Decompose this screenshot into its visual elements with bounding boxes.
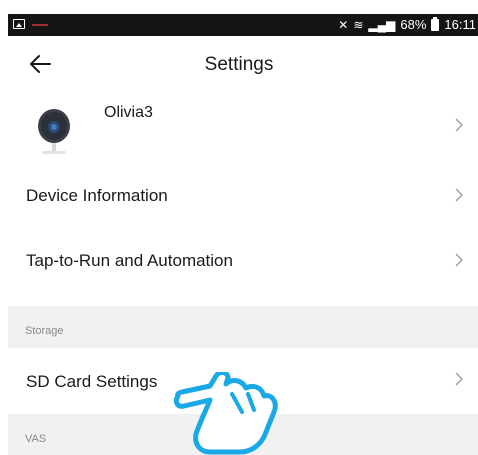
- signal-icon: ▂▄▆: [368, 17, 396, 32]
- status-bar: ✕ ≋ ▂▄▆ 68% 16:11: [8, 14, 478, 36]
- notification-indicator: [32, 24, 48, 26]
- camera-icon: [38, 109, 70, 154]
- sd-card-settings-label: SD Card Settings: [26, 372, 158, 391]
- wifi-icon: ≋: [353, 17, 364, 32]
- device-name: Olivia3: [104, 104, 153, 121]
- device-information-label: Device Information: [26, 186, 168, 205]
- battery-percent: 68%: [400, 17, 427, 32]
- pointing-hand-icon: [173, 372, 278, 455]
- app-header: Settings: [0, 44, 478, 84]
- clock: 16:11: [444, 17, 476, 32]
- gallery-notification-icon: [13, 19, 25, 29]
- status-icons: ✕ ≋ ▂▄▆ 68% 16:11: [338, 16, 476, 32]
- storage-section-label: Storage: [25, 325, 64, 337]
- tap-to-run-row[interactable]: Tap-to-Run and Automation: [0, 242, 478, 282]
- mute-icon: ✕: [338, 17, 349, 32]
- vas-section-label: VAS: [25, 433, 47, 445]
- chevron-right-icon: [455, 372, 463, 386]
- chevron-right-icon: [455, 188, 463, 202]
- device-row[interactable]: Olivia3: [0, 92, 478, 172]
- chevron-right-icon: [455, 253, 463, 267]
- tap-to-run-label: Tap-to-Run and Automation: [26, 251, 233, 270]
- chevron-right-icon: [455, 118, 463, 132]
- page-title: Settings: [204, 54, 274, 75]
- storage-section-header: Storage: [8, 306, 478, 348]
- battery-icon: [431, 16, 440, 31]
- device-information-row[interactable]: Device Information: [0, 176, 478, 216]
